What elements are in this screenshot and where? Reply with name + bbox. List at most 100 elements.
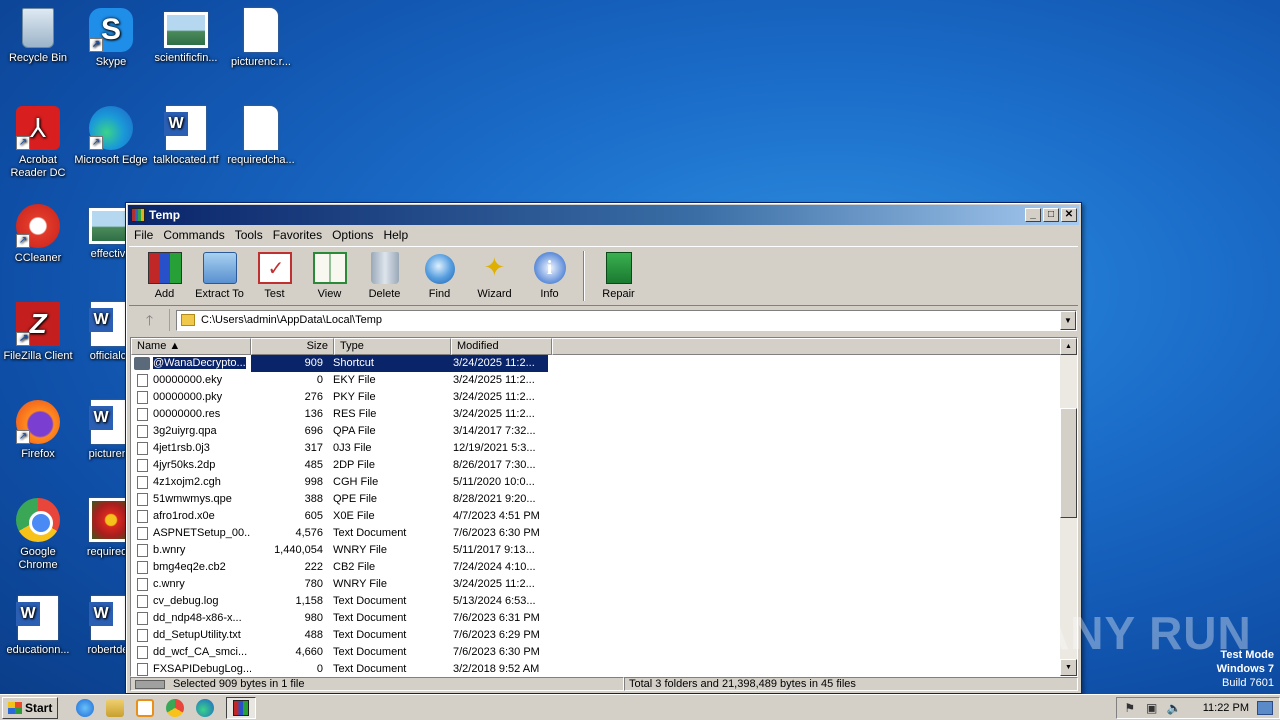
file-row[interactable]: 00000000.eky 0 EKY File 3/24/2025 11:2...	[131, 372, 1061, 389]
menu-help[interactable]: Help	[378, 228, 413, 242]
file-type: RES File	[333, 408, 377, 420]
column-size[interactable]: Size	[251, 338, 334, 355]
wizard-button[interactable]: Wizard	[467, 252, 522, 305]
file-row[interactable]: dd_SetupUtility.txt 488 Text Document 7/6/2…	[131, 627, 1061, 644]
column-name[interactable]: Name ▲	[131, 338, 251, 355]
taskbar: Start ⚑ ▣ 🔈 11:22 PM	[0, 694, 1280, 720]
file-row[interactable]: @WanaDecrypto... 909 Shortcut 3/24/2025 11:…	[131, 355, 1061, 372]
media-player-icon[interactable]	[136, 698, 155, 717]
volume-icon[interactable]: 🔈	[1167, 701, 1182, 715]
taskbar-winrar[interactable]	[226, 696, 257, 719]
file-modified: 7/24/2024 4:10...	[453, 561, 536, 573]
ccleaner-icon: ↗	[16, 204, 60, 248]
file-name: 3g2uiyrg.qpa	[153, 425, 217, 437]
info-button[interactable]: i Info	[522, 252, 577, 305]
file-list[interactable]: Name ▲ Size Type Modified @WanaDecrypto.…	[130, 337, 1078, 677]
menu-tools[interactable]: Tools	[230, 228, 268, 242]
file-type: 2DP File	[333, 459, 375, 471]
scroll-down-button[interactable]: ▼	[1060, 659, 1077, 676]
file-row[interactable]: dd_ndp48-x86-x... 980 Text Document 7/6/202…	[131, 610, 1061, 627]
file-size: 317	[304, 442, 323, 454]
file-row[interactable]: bmg4eq2e.cb2 222 CB2 File 7/24/2024 4:10...	[131, 559, 1061, 576]
edge-icon[interactable]	[196, 698, 215, 717]
file-row[interactable]: 4jyr50ks.2dp 485 2DP File 8/26/2017 7:30...	[131, 457, 1061, 474]
show-desktop-button[interactable]	[1257, 700, 1273, 715]
menu-options[interactable]: Options	[327, 228, 378, 242]
file-type: CB2 File	[333, 561, 376, 573]
internet-explorer-icon[interactable]	[76, 698, 95, 717]
menu-commands[interactable]: Commands	[158, 228, 229, 242]
file-modified: 8/28/2021 9:20...	[453, 493, 536, 505]
file-row[interactable]: FXSAPIDebugLog... 0 Text Document 3/2/2018 …	[131, 661, 1061, 676]
file-icon	[137, 391, 148, 404]
column-filler	[552, 338, 1062, 355]
start-button[interactable]: Start	[2, 696, 59, 719]
desktop-icon-edge[interactable]: ↗ Microsoft Edge	[73, 106, 149, 167]
file-row[interactable]: dd_wcf_CA_smci... 4,660 Text Document 7/6/2…	[131, 644, 1061, 661]
desktop-icon-recycle-bin[interactable]: Recycle Bin	[0, 8, 76, 65]
test-button[interactable]: Test	[247, 252, 302, 305]
file-row[interactable]: 4jet1rsb.0j3 317 0J3 File 12/19/2021 5:3...	[131, 440, 1061, 457]
column-headers: Name ▲ Size Type Modified	[131, 338, 1077, 355]
network-icon[interactable]: ▣	[1145, 701, 1159, 715]
file-row[interactable]: ASPNETSetup_00... 4,576 Text Document 7/6/2…	[131, 525, 1061, 542]
view-button[interactable]: View	[302, 252, 357, 305]
desktop-icon-filezilla[interactable]: Z ↗ FileZilla Client	[0, 302, 76, 363]
desktop-icon-scientificfin[interactable]: scientificfin...	[148, 8, 224, 65]
clock[interactable]: 11:22 PM	[1203, 702, 1249, 714]
flag-icon[interactable]: ⚑	[1123, 701, 1137, 715]
file-size: 909	[251, 355, 328, 372]
file-row[interactable]: 51wmwmys.qpe 388 QPE File 8/28/2021 9:20...	[131, 491, 1061, 508]
up-folder-button[interactable]: 🡑	[130, 309, 170, 331]
file-size: 980	[304, 612, 323, 624]
info-icon: i	[533, 252, 566, 284]
find-button[interactable]: Find	[412, 254, 467, 305]
file-size: 222	[304, 561, 323, 573]
file-row[interactable]: 00000000.pky 276 PKY File 3/24/2025 11:2...	[131, 389, 1061, 406]
title-bar[interactable]: Temp _ □ ✕	[128, 205, 1079, 225]
file-row[interactable]: b.wnry 1,440,054 WNRY File 5/11/2017 9:13..…	[131, 542, 1061, 559]
file-row[interactable]: 4z1xojm2.cgh 998 CGH File 5/11/2020 10:0...	[131, 474, 1061, 491]
file-row[interactable]: c.wnry 780 WNRY File 3/24/2025 11:2...	[131, 576, 1061, 593]
edge-icon: ↗	[89, 106, 133, 150]
desktop-icon-skype[interactable]: S ↗ Skype	[73, 8, 149, 69]
file-row[interactable]: cv_debug.log 1,158 Text Document 5/13/2024 …	[131, 593, 1061, 610]
menu-favorites[interactable]: Favorites	[268, 228, 327, 242]
desktop-icon-firefox[interactable]: ↗ Firefox	[0, 400, 76, 461]
desktop-icon-chrome[interactable]: Google Chrome	[0, 498, 76, 572]
desktop-icon-ccleaner[interactable]: ↗ CCleaner	[0, 204, 76, 265]
minimize-button[interactable]: _	[1025, 208, 1041, 222]
desktop-icon-educationn[interactable]: educationn...	[0, 596, 76, 657]
chevron-down-icon[interactable]: ▼	[1060, 310, 1076, 330]
extract-icon	[202, 252, 237, 284]
file-size: 696	[304, 425, 323, 437]
scroll-up-button[interactable]: ▲	[1060, 338, 1077, 355]
explorer-icon[interactable]	[106, 698, 125, 717]
scroll-thumb[interactable]	[1060, 408, 1077, 518]
file-name: dd_ndp48-x86-x...	[153, 612, 242, 624]
chrome-icon[interactable]	[166, 698, 185, 717]
desktop-icon-talklocated[interactable]: talklocated.rtf	[148, 106, 224, 167]
delete-button[interactable]: Delete	[357, 252, 412, 305]
column-type[interactable]: Type	[334, 338, 451, 355]
column-modified[interactable]: Modified	[451, 338, 552, 355]
extract-to-button[interactable]: Extract To	[192, 252, 247, 305]
word-document-icon	[16, 596, 58, 640]
file-type: EKY File	[333, 374, 376, 386]
menu-file[interactable]: File	[129, 228, 158, 242]
add-button[interactable]: Add	[137, 252, 192, 305]
close-button[interactable]: ✕	[1061, 208, 1077, 222]
file-icon	[137, 476, 148, 489]
maximize-button[interactable]: □	[1043, 208, 1059, 222]
file-type: CGH File	[333, 476, 379, 488]
file-size: 1,440,054	[274, 544, 323, 556]
repair-button[interactable]: Repair	[591, 252, 646, 305]
desktop-icon-requiredcha[interactable]: requiredcha...	[223, 106, 299, 167]
file-row[interactable]: 3g2uiyrg.qpa 696 QPA File 3/14/2017 7:32...	[131, 423, 1061, 440]
file-row[interactable]: 00000000.res 136 RES File 3/24/2025 11:2...	[131, 406, 1061, 423]
path-combobox[interactable]: C:\Users\admin\AppData\Local\Temp ▼	[176, 309, 1077, 331]
file-name: 51wmwmys.qpe	[153, 493, 232, 505]
desktop-icon-picturenc-r[interactable]: picturenc.r...	[223, 8, 299, 69]
desktop-icon-acrobat[interactable]: ⅄ ↗ Acrobat Reader DC	[0, 106, 76, 180]
file-row[interactable]: afro1rod.x0e 605 X0E File 4/7/2023 4:51 PM	[131, 508, 1061, 525]
